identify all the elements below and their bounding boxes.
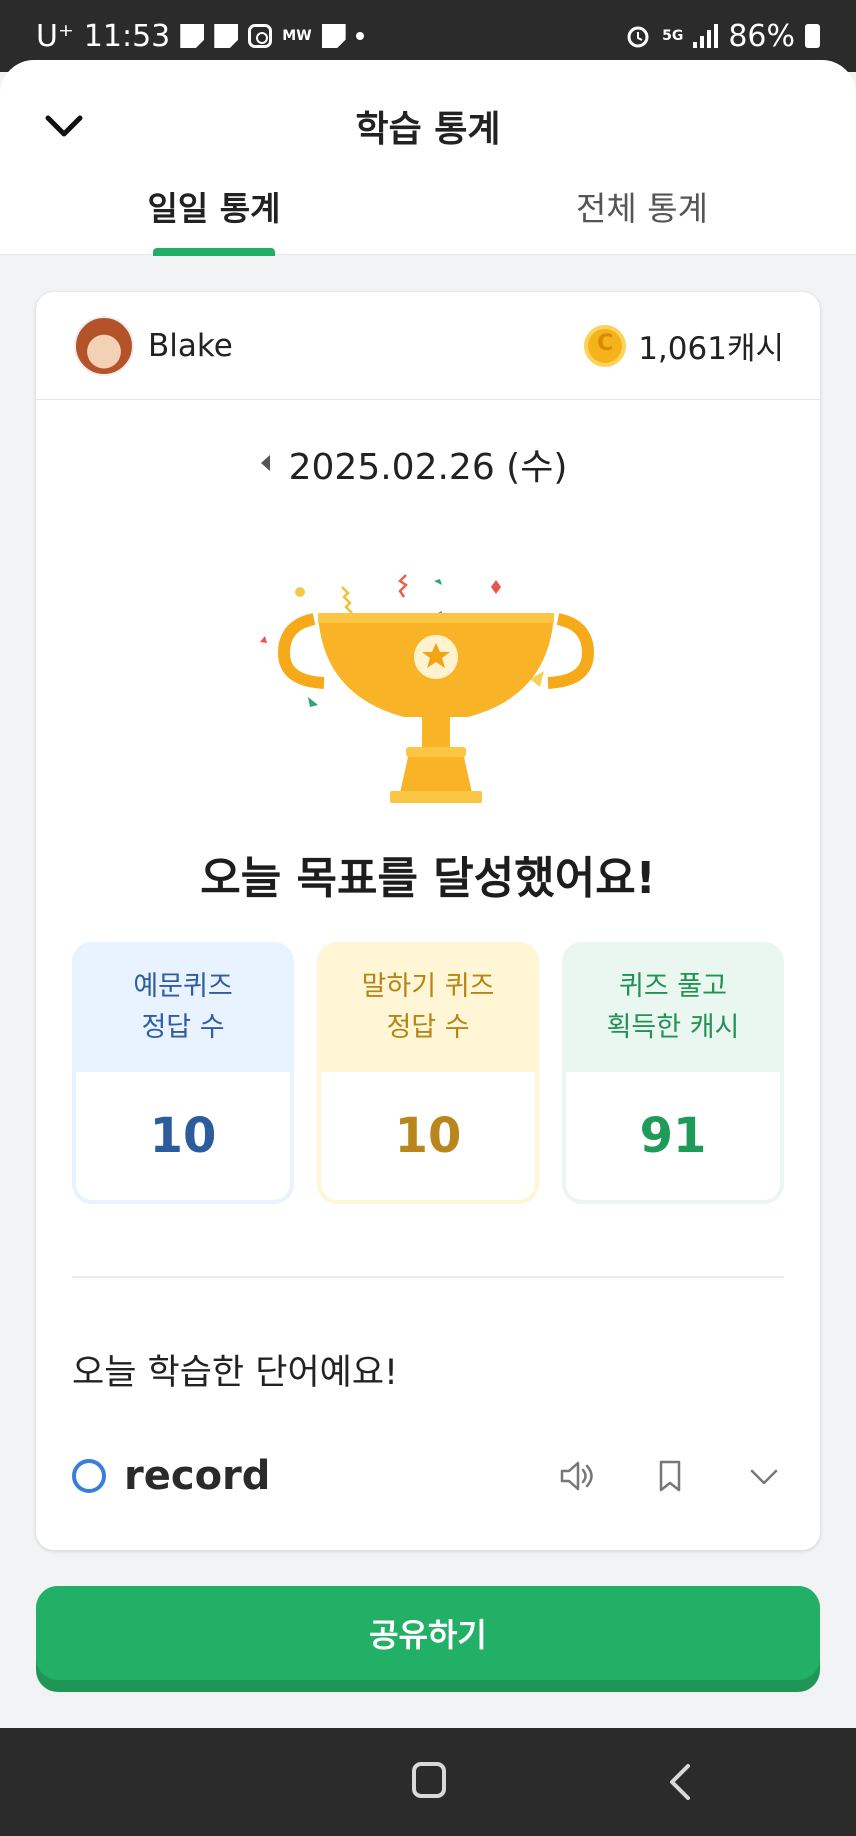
- divider: [72, 1276, 784, 1278]
- battery-percent: 86%: [728, 18, 795, 54]
- stat-speaking-quiz: 말하기 퀴즈 정답 수 10: [317, 942, 539, 1204]
- stat-value: 10: [76, 1072, 290, 1200]
- note-icon: [214, 24, 239, 48]
- page-title: 학습 통계: [355, 109, 501, 150]
- stats-card: Blake 1,061캐시 2025.02.26 (수) 오늘 목표를 달성했어…: [36, 292, 820, 1550]
- bookmark-icon[interactable]: [650, 1456, 690, 1496]
- back-nav-icon[interactable]: [660, 1760, 700, 1804]
- cash-amount: 1,061캐시: [638, 331, 784, 367]
- profile-header: Blake 1,061캐시: [36, 292, 820, 400]
- stat-label: 퀴즈 풀고 획득한 캐시: [606, 971, 740, 1043]
- tab-daily-stats[interactable]: 일일 통계: [114, 182, 314, 230]
- clock: 11:53: [83, 18, 171, 54]
- word-text: record: [124, 1453, 271, 1499]
- active-tab-indicator: [153, 248, 275, 256]
- date-label: 2025.02.26 (수): [288, 447, 568, 488]
- carrier-label: U⁺: [36, 18, 74, 54]
- stat-label: 예문퀴즈 정답 수: [133, 971, 233, 1043]
- instagram-icon: [248, 24, 273, 48]
- battery-icon: [805, 24, 820, 48]
- note-icon: [180, 24, 205, 48]
- speaker-icon[interactable]: [556, 1456, 596, 1496]
- share-button-label: 공유하기: [36, 1586, 820, 1680]
- word-item[interactable]: record: [72, 1442, 784, 1510]
- network-label: 5G: [662, 28, 684, 44]
- stat-example-quiz: 예문퀴즈 정답 수 10: [72, 942, 294, 1204]
- goal-achieved-message: 오늘 목표를 달성했어요!: [200, 853, 656, 904]
- alarm-icon: [627, 26, 649, 48]
- signal-icon: [693, 24, 719, 48]
- share-button[interactable]: 공유하기: [36, 1586, 820, 1692]
- word-status-icon: [72, 1459, 106, 1493]
- stat-cash-earned: 퀴즈 풀고 획득한 캐시 91: [562, 942, 784, 1204]
- tab-total-stats[interactable]: 전체 통계: [542, 182, 742, 230]
- stat-value: 10: [321, 1072, 535, 1200]
- expand-chevron-icon[interactable]: [744, 1456, 784, 1496]
- cash-balance: 1,061캐시: [584, 323, 784, 368]
- app-icon: [321, 24, 346, 48]
- header-sheet: 학습 통계 일일 통계 전체 통계: [0, 60, 856, 256]
- home-nav-icon[interactable]: [412, 1762, 446, 1798]
- trophy-icon: [260, 574, 595, 803]
- more-notifications-icon: [355, 32, 364, 40]
- system-nav-bar: [0, 1728, 856, 1836]
- avatar: [74, 315, 134, 376]
- app-label: MW: [282, 28, 312, 44]
- username: Blake: [148, 327, 233, 364]
- stat-label: 말하기 퀴즈 정답 수: [361, 971, 495, 1043]
- coin-icon: [584, 324, 627, 367]
- learned-words-heading: 오늘 학습한 단어예요!: [72, 1353, 399, 1393]
- stat-value: 91: [566, 1072, 780, 1200]
